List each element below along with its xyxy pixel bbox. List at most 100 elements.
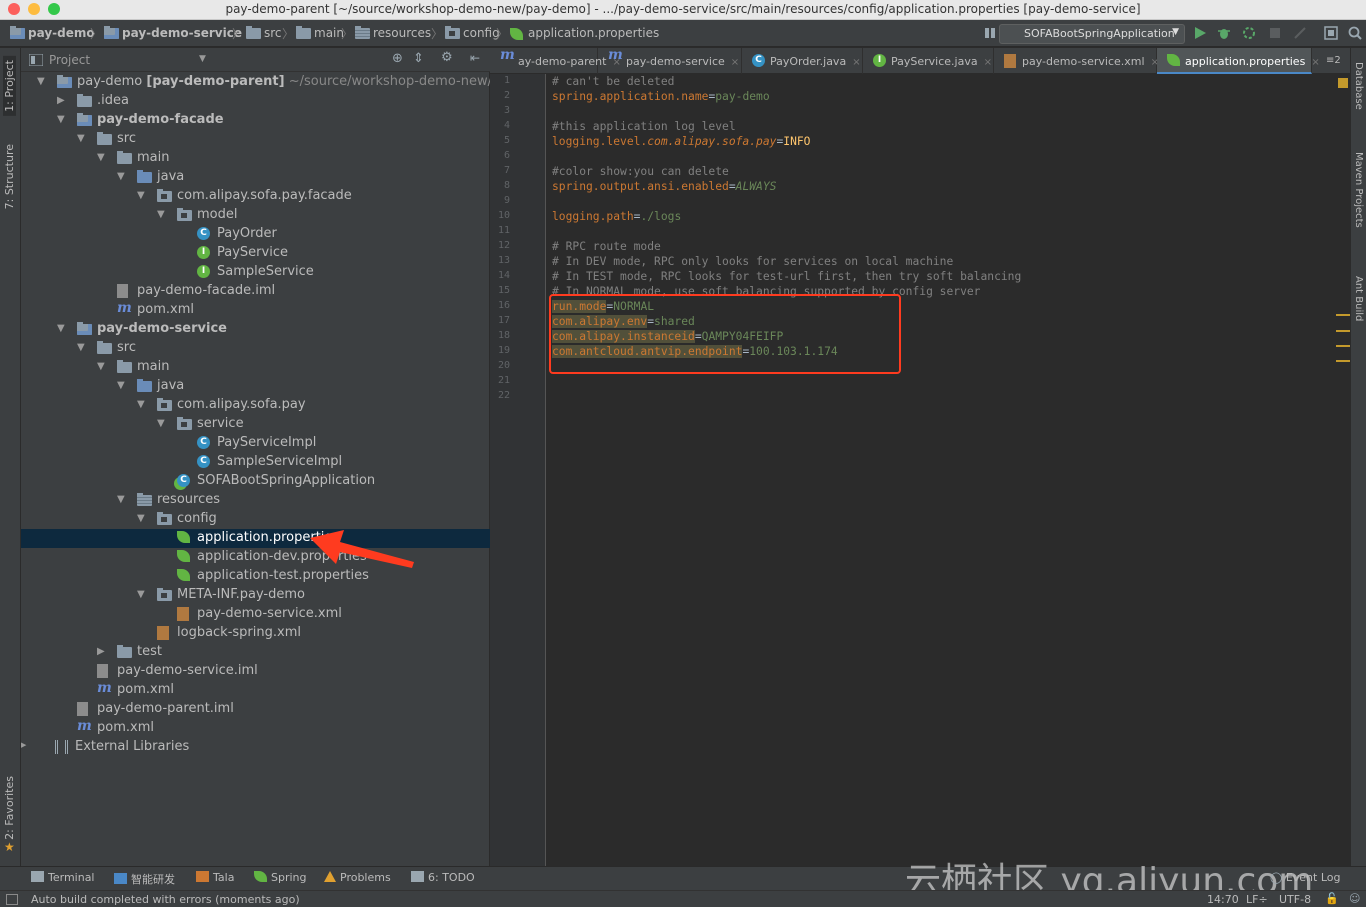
expanded-arrow-icon[interactable]: ▼ — [77, 342, 85, 353]
bottom-tab[interactable]: 智能研发 — [114, 871, 175, 887]
tree-item[interactable]: C PayOrder — [21, 225, 490, 244]
tree-item[interactable]: ▶ External Libraries — [21, 738, 490, 757]
build-hammer-icon[interactable] — [982, 25, 998, 41]
bottom-tab[interactable]: Problems — [324, 871, 391, 884]
expanded-arrow-icon[interactable]: ▼ — [77, 133, 85, 144]
tree-item[interactable]: pay-demo-service.xml — [21, 605, 490, 624]
close-tab-icon[interactable]: × — [852, 57, 860, 68]
tree-item[interactable]: I PayService — [21, 244, 490, 263]
expanded-arrow-icon[interactable]: ▼ — [117, 494, 125, 505]
editor-tab[interactable]: pay-demo-service.xml × — [994, 48, 1159, 74]
settings-gear-icon[interactable]: ⚙ — [441, 50, 453, 65]
breadcrumb-item[interactable]: src — [246, 26, 282, 42]
editor-tab[interactable]: I PayService.java × — [863, 48, 994, 74]
expanded-arrow-icon[interactable]: ▼ — [157, 418, 165, 429]
tree-item[interactable]: ▼ java — [21, 377, 490, 396]
tool-tab-structure[interactable]: 7: Structure — [3, 144, 16, 209]
tree-item[interactable]: ▼ resources — [21, 491, 490, 510]
tree-item[interactable]: pay-demo-facade.iml — [21, 282, 490, 301]
tree-item[interactable]: m pom.xml — [21, 718, 490, 738]
run-icon[interactable] — [1192, 25, 1208, 41]
editor-error-stripe[interactable] — [1336, 74, 1350, 866]
tree-item[interactable]: ▼ model — [21, 206, 490, 225]
breadcrumb-item[interactable]: pay-demo — [10, 26, 95, 42]
run-configuration-select[interactable]: SOFABootSpringApplication ▼ — [999, 24, 1185, 44]
code-line[interactable]: spring.application.name=pay-demo — [552, 90, 770, 105]
tree-item[interactable]: ▼ src — [21, 130, 490, 149]
code-line[interactable]: logging.level.com.alipay.sofa.pay=INFO — [552, 135, 810, 150]
tree-item[interactable]: pay-demo-parent.iml — [21, 700, 490, 719]
code-line[interactable]: # In TEST mode, RPC looks for test-url f… — [552, 270, 1021, 285]
project-structure-icon[interactable] — [1323, 25, 1339, 41]
tree-item[interactable]: logback-spring.xml — [21, 624, 490, 643]
tool-tab-project[interactable]: 1: Project — [3, 56, 16, 116]
tree-item[interactable]: ▼ main — [21, 149, 490, 168]
breadcrumb-item[interactable]: resources — [355, 26, 431, 42]
expanded-arrow-icon[interactable]: ▼ — [137, 513, 145, 524]
code-editor[interactable]: # can't be deleted spring.application.nam… — [547, 74, 1336, 866]
tree-item[interactable]: ▼ com.alipay.sofa.pay — [21, 396, 490, 415]
bottom-tab[interactable]: Terminal — [31, 871, 95, 884]
tool-tab-favorites[interactable]: 2: Favorites — [3, 776, 16, 840]
code-line[interactable]: # can't be deleted — [552, 75, 674, 90]
tree-item[interactable]: ▼ main — [21, 358, 490, 377]
vcs-icon[interactable] — [1292, 25, 1308, 41]
code-line[interactable]: spring.output.ansi.enabled=ALWAYS — [552, 180, 776, 195]
chevron-down-icon[interactable]: ▼ — [199, 54, 206, 64]
bottom-tab[interactable]: Spring — [254, 871, 307, 884]
expanded-arrow-icon[interactable]: ▼ — [37, 76, 45, 87]
search-everywhere-icon[interactable] — [1347, 25, 1363, 41]
stop-icon[interactable] — [1267, 25, 1283, 41]
warning-marker[interactable] — [1336, 314, 1350, 316]
warning-marker[interactable] — [1336, 330, 1350, 332]
tool-tab-maven-projects[interactable]: Maven Projects — [1353, 152, 1364, 228]
breadcrumb-item[interactable]: application.properties — [510, 26, 659, 42]
tool-windows-toggle-icon[interactable] — [6, 894, 18, 905]
bottom-tab[interactable]: 6: TODO — [411, 871, 475, 884]
scroll-from-source-icon[interactable]: ⊕ — [392, 51, 403, 66]
lock-icon[interactable]: 🔓 — [1325, 892, 1339, 905]
tree-item[interactable]: ▶ .idea — [21, 92, 490, 111]
expanded-arrow-icon[interactable]: ▼ — [137, 399, 145, 410]
editor-tab[interactable]: C PayOrder.java × — [742, 48, 863, 74]
tree-item[interactable]: pay-demo-service.iml — [21, 662, 490, 681]
collapse-all-icon[interactable]: ⇕ — [413, 51, 424, 66]
bottom-tab[interactable]: Tala — [196, 871, 234, 884]
close-tab-icon[interactable]: × — [1311, 57, 1319, 68]
inspector-icon[interactable]: ☺ — [1349, 892, 1360, 905]
coverage-icon[interactable] — [1241, 25, 1257, 41]
code-line[interactable]: #this application log level — [552, 120, 736, 135]
editor-tab[interactable]: m pay-demo-service × — [598, 47, 742, 74]
expanded-arrow-icon[interactable]: ▼ — [57, 114, 65, 125]
line-separator[interactable]: LF÷ — [1246, 893, 1268, 906]
tab-overflow-indicator[interactable]: ≡2 — [1326, 55, 1341, 66]
code-line[interactable]: #color show:you can delete — [552, 165, 729, 180]
code-line[interactable]: logging.path=./logs — [552, 210, 681, 225]
expanded-arrow-icon[interactable]: ▼ — [117, 171, 125, 182]
code-line[interactable]: # RPC route mode — [552, 240, 661, 255]
expanded-arrow-icon[interactable]: ▼ — [137, 589, 145, 600]
tree-item[interactable]: ▼ pay-demo-facade — [21, 111, 490, 130]
status-message[interactable]: Auto build completed with errors (moment… — [31, 893, 300, 906]
tree-item[interactable]: ▼ pay-demo-service — [21, 320, 490, 339]
collapsed-arrow-icon[interactable]: ▶ — [97, 646, 105, 657]
hide-panel-icon[interactable]: ⇤ — [470, 51, 480, 65]
file-encoding[interactable]: UTF-8 — [1279, 893, 1311, 906]
breadcrumb-item[interactable]: pay-demo-service — [104, 26, 242, 42]
event-log-tab[interactable]: ◯ Event Log — [1270, 871, 1340, 884]
project-panel-title[interactable]: Project — [49, 53, 90, 67]
tool-tab-ant-build[interactable]: Ant Build — [1353, 276, 1364, 321]
expanded-arrow-icon[interactable]: ▼ — [97, 361, 105, 372]
tree-item[interactable]: m pom.xml — [21, 300, 490, 320]
tree-item[interactable]: m pom.xml — [21, 680, 490, 700]
tree-item[interactable]: I SampleService — [21, 263, 490, 282]
expanded-arrow-icon[interactable]: ▼ — [137, 190, 145, 201]
tree-item[interactable]: ▼ com.alipay.sofa.pay.facade — [21, 187, 490, 206]
collapsed-arrow-icon[interactable]: ▶ — [57, 95, 65, 106]
caret-position[interactable]: 14:70 — [1207, 893, 1239, 906]
tree-item[interactable]: C SampleServiceImpl — [21, 453, 490, 472]
tree-item[interactable]: ▼ service — [21, 415, 490, 434]
tree-item[interactable]: ▼ META-INF.pay-demo — [21, 586, 490, 605]
expanded-arrow-icon[interactable]: ▼ — [157, 209, 165, 220]
breadcrumb-item[interactable]: main — [296, 26, 344, 42]
